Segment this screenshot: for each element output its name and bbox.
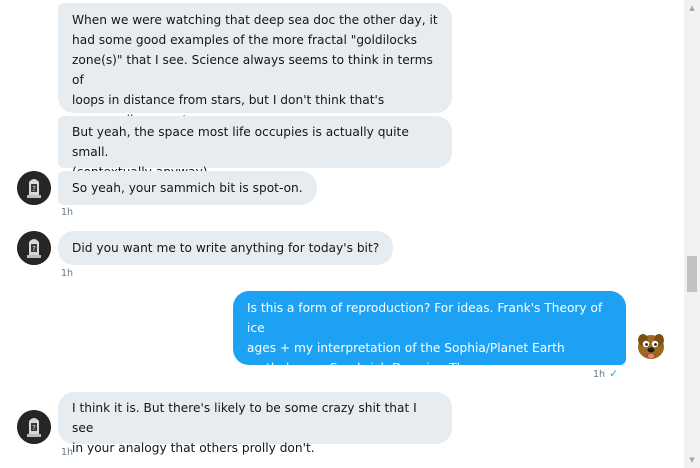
- scrollbar-thumb[interactable]: [687, 256, 697, 292]
- message-text-line: had some good examples of the more fract…: [72, 33, 417, 47]
- message-bubble: But yeah, the space most life occupies i…: [58, 116, 452, 179]
- contact-avatar[interactable]: ?: [17, 171, 51, 205]
- message-bubble: Did you want me to write anything for to…: [58, 231, 394, 265]
- message-text-line: in your analogy that others prolly don't…: [72, 441, 315, 455]
- message-bubble: When we were watching that deep sea doc …: [58, 3, 452, 127]
- checkmark-icon: ✓: [609, 367, 619, 380]
- cartoon-dog-avatar-icon: [634, 330, 668, 364]
- svg-text:?: ?: [32, 185, 36, 193]
- silhouette-icon: ?: [17, 231, 51, 265]
- message-text-line: zone(s)" that I see. Science always seem…: [72, 53, 433, 87]
- message-timestamp: 1h ✓: [593, 367, 618, 380]
- silhouette-icon: ?: [17, 171, 51, 205]
- message-text-line: So yeah, your sammich bit is spot-on.: [72, 181, 303, 195]
- message-text-line: Is this a form of reproduction? For idea…: [247, 301, 603, 335]
- svg-text:?: ?: [32, 424, 36, 432]
- scroll-up-arrow-icon[interactable]: ▲: [684, 0, 700, 16]
- message-text-line: Did you want me to write anything for to…: [72, 241, 380, 255]
- contact-avatar[interactable]: ?: [17, 231, 51, 265]
- message-bubble: I think it is. But there's likely to be …: [58, 392, 452, 455]
- svg-text:?: ?: [32, 245, 36, 253]
- message-thread: When we were watching that deep sea doc …: [0, 0, 684, 468]
- message-bubble-outgoing: Is this a form of reproduction? For idea…: [233, 291, 626, 375]
- message-text-line: loops in distance from stars, but I don'…: [72, 93, 385, 107]
- message-timestamp: 1h: [61, 447, 74, 458]
- timestamp-text: 1h: [593, 369, 606, 380]
- scroll-down-arrow-icon[interactable]: ▼: [684, 452, 700, 468]
- vertical-scrollbar[interactable]: ▲ ▼: [684, 0, 700, 468]
- contact-avatar[interactable]: ?: [17, 410, 51, 444]
- silhouette-icon: ?: [17, 410, 51, 444]
- message-text-line: ages + my interpretation of the Sophia/P…: [247, 341, 565, 355]
- own-avatar[interactable]: [634, 330, 668, 364]
- message-text-line: I think it is. But there's likely to be …: [72, 401, 417, 435]
- message-bubble: So yeah, your sammich bit is spot-on.: [58, 171, 317, 205]
- message-timestamp: 1h: [61, 207, 74, 218]
- message-text-line: But yeah, the space most life occupies i…: [72, 125, 409, 159]
- message-text-line: When we were watching that deep sea doc …: [72, 13, 438, 27]
- message-timestamp: 1h: [61, 268, 74, 279]
- message-text-line: mythology = Sandwich Dressing Theory.: [247, 361, 494, 375]
